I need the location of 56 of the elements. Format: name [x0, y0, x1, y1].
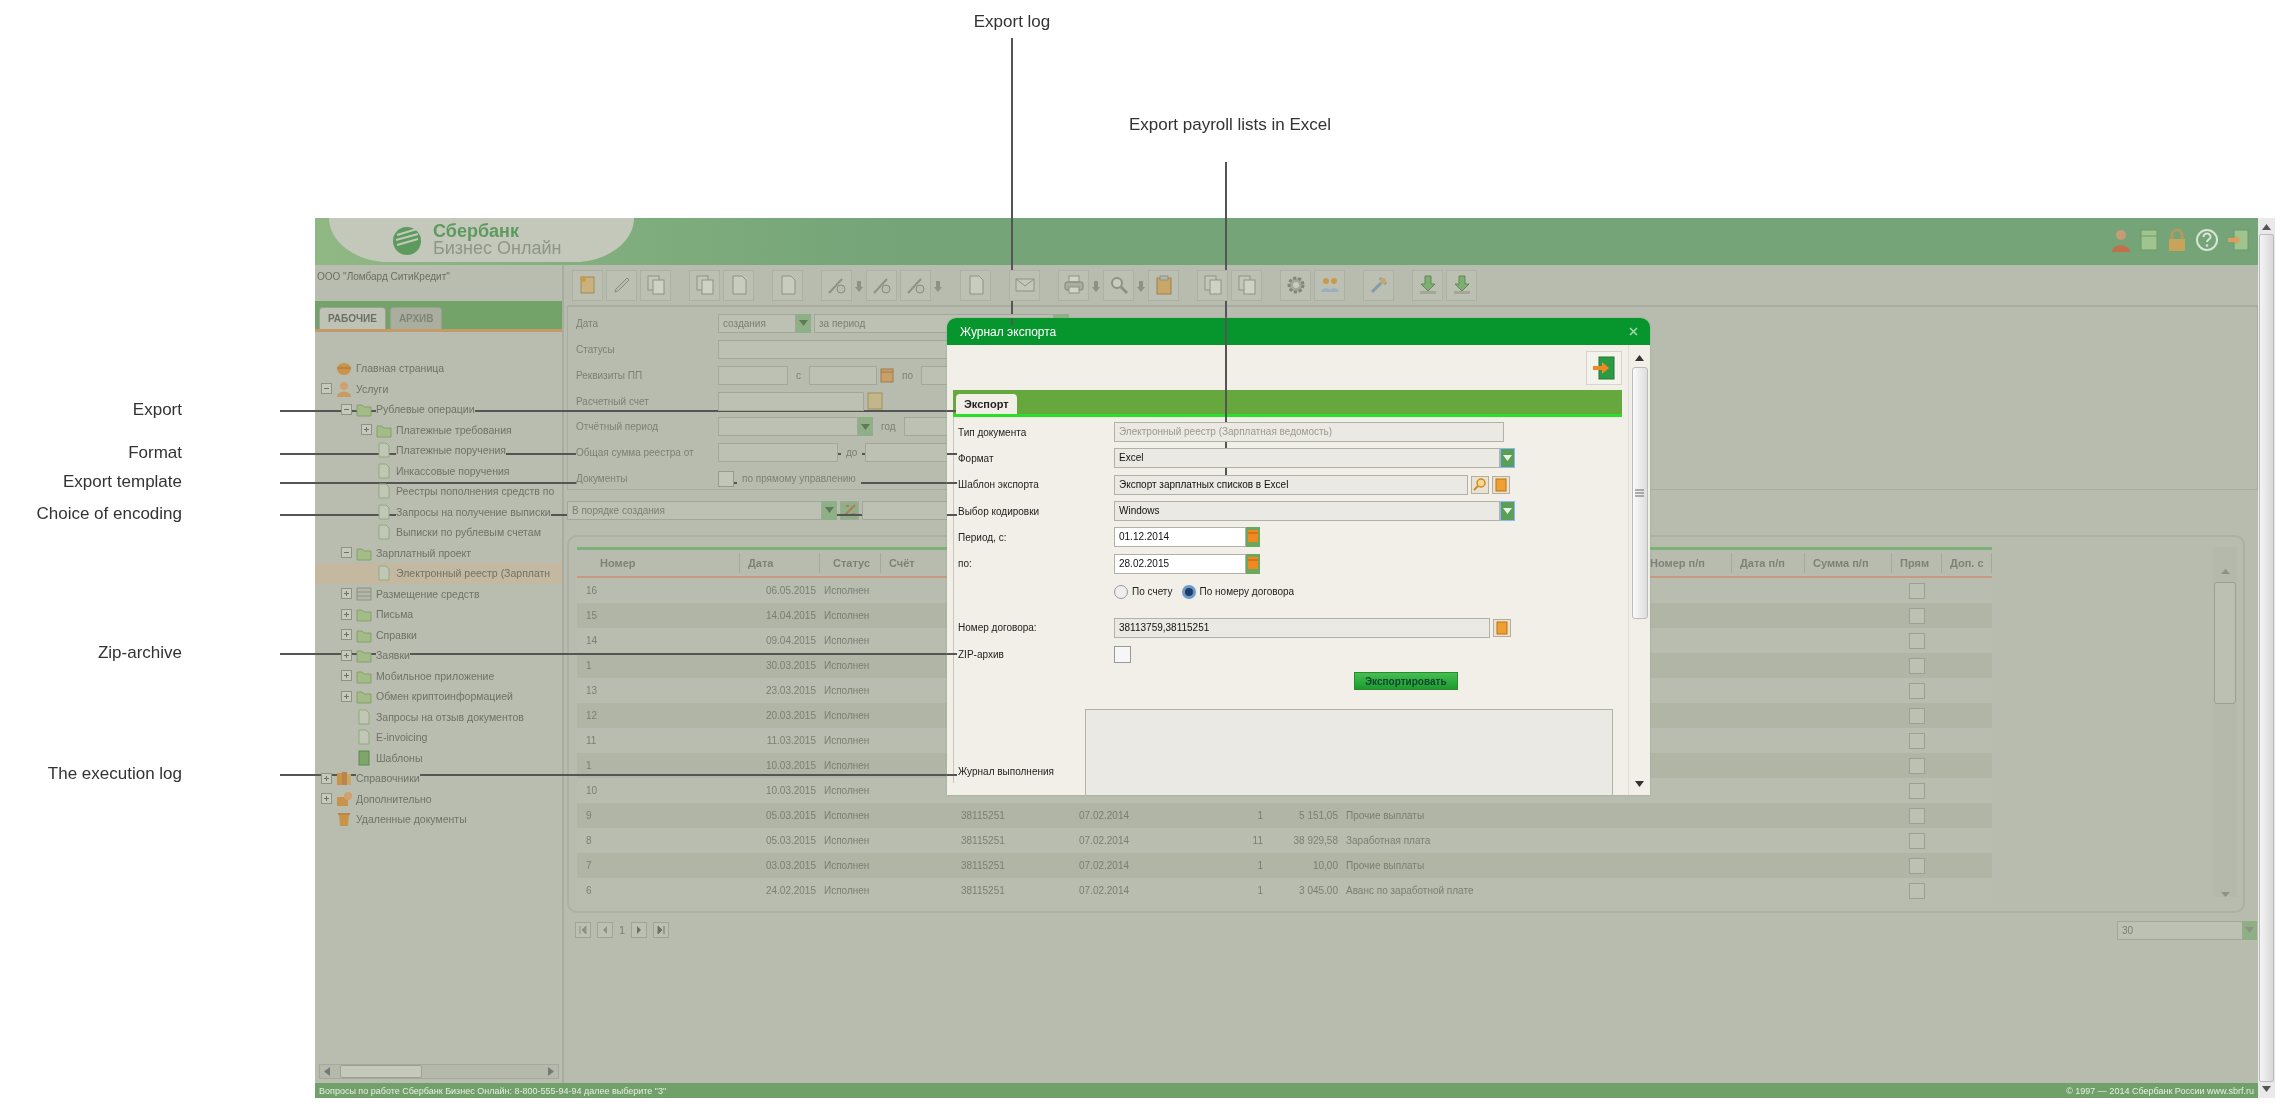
table-cell-text: Исполнен: [823, 785, 871, 796]
table-cell-text: Исполнен: [823, 835, 871, 846]
field-label: по:: [958, 558, 972, 570]
field-label: Тип документа: [958, 426, 1027, 438]
table-cell-text: 06.05.2015: [764, 585, 817, 596]
callout-label: Export template: [62, 472, 182, 492]
dialog-title: Журнал экспорта: [960, 324, 1057, 339]
table-cell-text: 11: [1251, 835, 1264, 846]
table-cell-text: 1: [1256, 885, 1264, 896]
table-cell-text: 3 045.00: [1298, 885, 1339, 896]
table-cell-text: 23.03.2015: [764, 685, 817, 696]
table-cell-text: 05.03.2015: [764, 835, 817, 846]
table-cell-text: 14: [585, 635, 599, 646]
company-name: ООО "Ломбард СитиКредит": [316, 270, 451, 284]
table-cell-text: 38115251: [960, 835, 1006, 846]
status-text: Вопросы по работе Сбербанк Бизнес Онлайн: 8-800-555-94-94 далее выберите "3": [319, 1085, 667, 1096]
table-cell-text: 10: [585, 785, 599, 796]
field-label: Период, с:: [958, 531, 1007, 543]
callout-label: Choice of encoding: [36, 504, 182, 524]
table-cell-text: Заработная плата: [1345, 835, 1432, 846]
table-cell-text: Исполнен: [823, 585, 871, 596]
table-cell-text: 38 929,58: [1292, 835, 1339, 846]
table-cell-text: 11: [585, 735, 598, 746]
callout-label: The execution log: [47, 764, 182, 784]
copyright-text: © 1997 — 2014 Сбербанк России www.sbrf.ru: [2066, 1085, 2254, 1096]
callout-label: Export payroll lists in Excel: [1128, 115, 1332, 135]
field-label: до: [841, 447, 863, 459]
field-label: Номер договора:: [958, 622, 1037, 634]
table-cell-text: 38115251: [960, 885, 1006, 896]
page-number: 1: [619, 924, 626, 936]
field-label: Шаблон экспорта: [958, 479, 1039, 491]
table-cell-text: Исполнен: [823, 635, 871, 646]
field-label: Журнал выполнения: [958, 766, 1054, 778]
table-cell-text: 13: [585, 685, 599, 696]
table-cell-text: 09.04.2015: [764, 635, 817, 646]
callout-label: Export log: [973, 12, 1051, 32]
table-cell-text: 8: [585, 835, 593, 846]
table-cell-text: 10.03.2015: [764, 785, 817, 796]
table-cell-text: 24.02.2015: [764, 885, 817, 896]
table-cell-text: 11.03.2015: [765, 735, 817, 746]
field-label: Документы: [576, 473, 718, 485]
logo-title: Сбербанк: [433, 223, 519, 240]
field-label: Выбор кодировки: [958, 505, 1040, 517]
table-cell-text: Исполнен: [823, 885, 871, 896]
callout-label: Zip-archive: [97, 643, 182, 663]
field-label: Общая сумма реестра от: [576, 447, 718, 459]
table-cell-text: Исполнен: [823, 735, 871, 746]
callout-label: Export: [132, 400, 182, 420]
field-label: ZIP-архив: [958, 648, 1004, 660]
callout-label: Format: [128, 443, 182, 463]
table-cell-text: Исполнен: [823, 685, 871, 696]
table-cell-text: 07.02.2014: [1078, 885, 1131, 896]
table-cell-text: 6: [585, 885, 593, 896]
field-label: Формат: [958, 452, 994, 464]
table-cell-text: 16: [585, 585, 599, 596]
table-cell-text: 07.02.2014: [1078, 835, 1131, 846]
